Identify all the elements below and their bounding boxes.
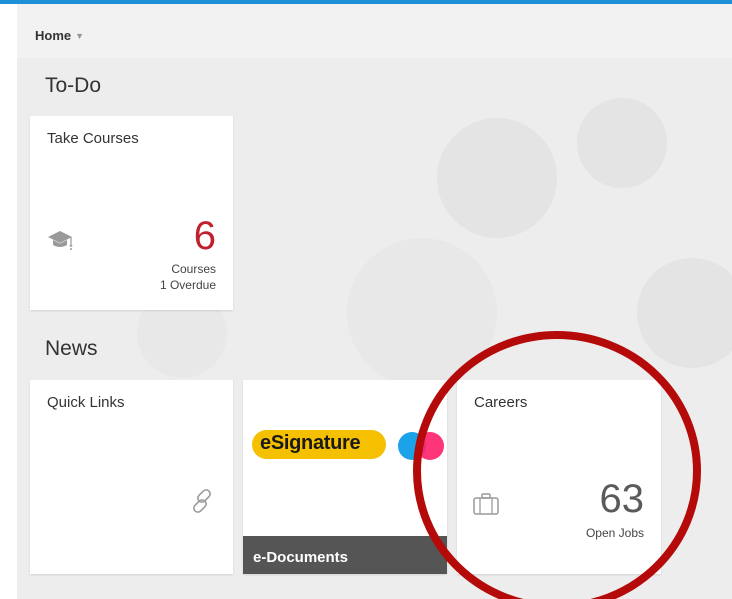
overdue-label: 1 Overdue: [159, 278, 216, 292]
section-title-news: News: [45, 337, 98, 360]
graduation-cap-icon: [48, 231, 73, 250]
tile-title: Careers: [474, 394, 528, 411]
esignature-logo-text: eSignature: [252, 430, 387, 459]
breadcrumb-home[interactable]: Home: [35, 28, 71, 43]
take-courses-tile[interactable]: Take Courses 6 Courses 1 Overdue: [30, 116, 233, 310]
open-jobs-label: Open Jobs: [585, 526, 644, 540]
courses-count: 6: [193, 214, 216, 258]
e-documents-label: e-Documents: [243, 536, 447, 574]
courses-label: Courses: [171, 262, 216, 276]
chevron-down-icon[interactable]: ▼: [75, 31, 84, 41]
briefcase-icon: [473, 493, 499, 515]
esignature-logo: eSignature: [252, 430, 444, 460]
background-decoration: [437, 118, 557, 238]
dashboard-canvas: To-Do Take Courses 6 Courses 1 Overdue N…: [17, 58, 732, 599]
careers-tile[interactable]: Careers 63 Open Jobs: [457, 380, 661, 574]
open-jobs-count: 63: [599, 477, 645, 521]
e-documents-tile[interactable]: eSignature e-Documents: [243, 380, 447, 574]
breadcrumb: Home ▼: [17, 4, 732, 58]
tile-title: Take Courses: [47, 130, 139, 147]
background-decoration: [347, 238, 497, 388]
logo-dot-pink: [416, 432, 444, 460]
tile-title: Quick Links: [47, 394, 125, 411]
background-decoration: [577, 98, 667, 188]
background-decoration: [637, 258, 732, 368]
section-title-todo: To-Do: [45, 74, 102, 97]
quick-links-tile[interactable]: Quick Links: [30, 380, 233, 574]
link-icon: [193, 489, 211, 513]
